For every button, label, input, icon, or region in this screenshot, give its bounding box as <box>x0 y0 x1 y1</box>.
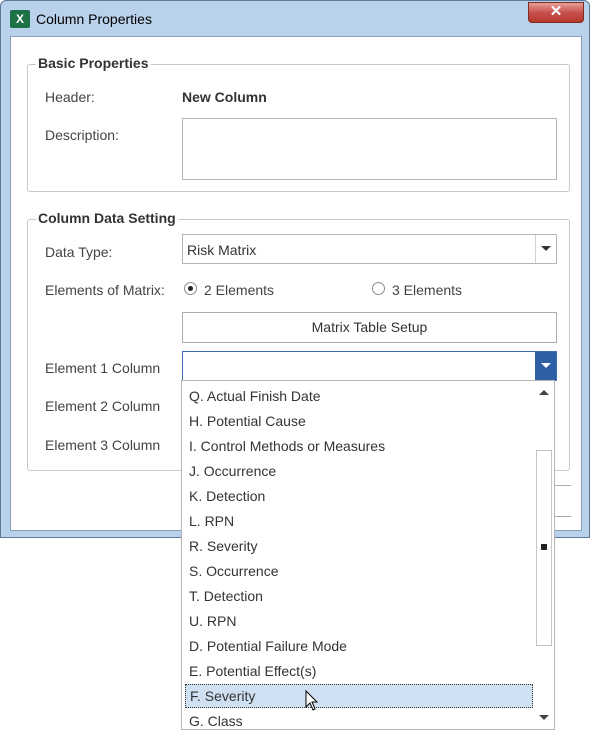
radio-3-elements[interactable] <box>372 282 385 295</box>
list-item[interactable]: K. Detection <box>185 484 533 508</box>
list-item[interactable]: Q. Actual Finish Date <box>185 384 533 408</box>
excel-icon: X <box>10 10 30 28</box>
basic-properties-legend: Basic Properties <box>36 55 151 71</box>
window-title: Column Properties <box>36 11 152 27</box>
elements-of-matrix-label: Elements of Matrix: <box>45 282 165 298</box>
scroll-thumb[interactable] <box>536 450 552 646</box>
chevron-down-icon <box>541 246 551 251</box>
grip-icon <box>541 544 547 550</box>
list-item[interactable]: U. RPN <box>185 609 533 633</box>
header-value: New Column <box>182 89 267 105</box>
column-data-setting-legend: Column Data Setting <box>36 210 178 226</box>
matrix-table-setup-button[interactable]: Matrix Table Setup <box>182 312 557 343</box>
partially-hidden-button[interactable] <box>553 485 571 517</box>
data-type-label: Data Type: <box>45 244 113 260</box>
description-input[interactable] <box>182 118 557 180</box>
element-1-dropdown-button[interactable] <box>535 352 556 380</box>
scroll-down-button[interactable] <box>534 708 553 726</box>
list-item[interactable]: E. Potential Effect(s) <box>185 659 533 683</box>
element-1-column-select[interactable] <box>182 351 557 381</box>
radio-2-elements[interactable] <box>184 282 197 295</box>
mouse-cursor-icon <box>305 690 319 711</box>
chevron-down-icon <box>539 715 549 720</box>
data-type-select[interactable]: Risk Matrix <box>182 234 557 264</box>
data-type-dropdown-button[interactable] <box>535 235 556 263</box>
radio-selected-dot <box>188 286 193 291</box>
element-3-column-label: Element 3 Column <box>45 437 161 453</box>
dropdown-scrollbar[interactable] <box>534 382 553 728</box>
list-item[interactable]: S. Occurrence <box>185 559 533 583</box>
list-item[interactable]: L. RPN <box>185 509 533 533</box>
list-item[interactable]: I. Control Methods or Measures <box>185 434 533 458</box>
list-item[interactable]: R. Severity <box>185 534 533 558</box>
list-item[interactable]: D. Potential Failure Mode <box>185 634 533 658</box>
list-item[interactable]: T. Detection <box>185 584 533 608</box>
element-1-dropdown-list: Q. Actual Finish Date H. Potential Cause… <box>181 380 555 730</box>
close-icon: ✕ <box>549 3 563 20</box>
list-item-highlighted[interactable]: F. Severity <box>185 684 533 708</box>
title-bar[interactable]: X Column Properties ✕ <box>1 1 589 35</box>
header-label: Header: <box>45 89 95 105</box>
chevron-up-icon <box>539 390 549 395</box>
list-item[interactable]: J. Occurrence <box>185 459 533 483</box>
element-1-column-label: Element 1 Column <box>45 360 161 376</box>
element-2-column-label: Element 2 Column <box>45 398 161 414</box>
description-label: Description: <box>45 127 119 143</box>
chevron-down-icon <box>541 363 551 368</box>
list-item[interactable]: G. Class <box>185 709 533 729</box>
list-item[interactable]: H. Potential Cause <box>185 409 533 433</box>
radio-2-elements-label[interactable]: 2 Elements <box>204 282 274 298</box>
data-type-value: Risk Matrix <box>187 242 257 258</box>
close-button[interactable]: ✕ <box>528 2 584 23</box>
scroll-up-button[interactable] <box>534 384 553 402</box>
radio-3-elements-label[interactable]: 3 Elements <box>392 282 462 298</box>
